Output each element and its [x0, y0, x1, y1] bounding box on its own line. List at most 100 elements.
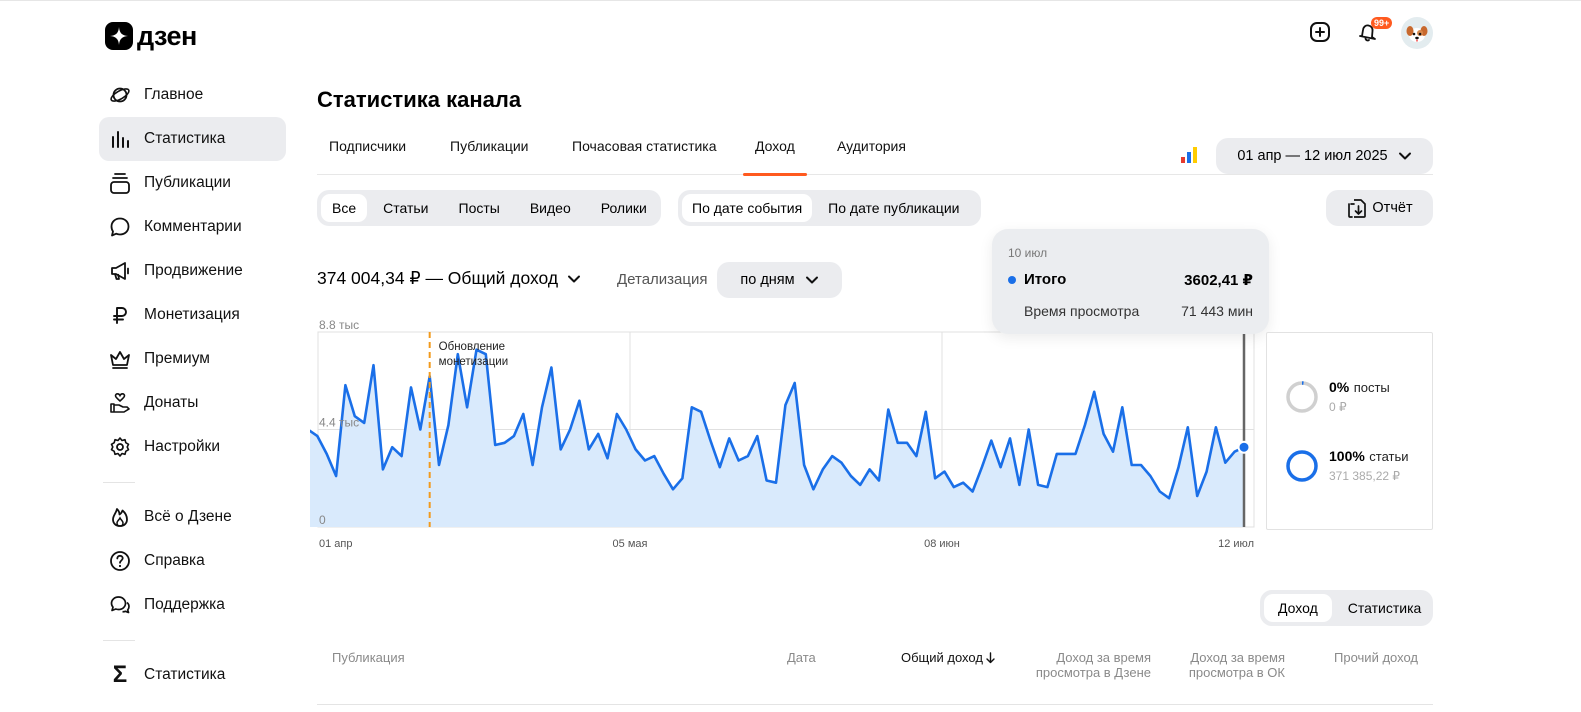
gear-icon — [108, 435, 132, 459]
sidebar-item-comments[interactable]: Комментарии — [99, 205, 286, 249]
income-breakdown: 0% посты 0 ₽ 100% статьи 371 385,22 ₽ — [1266, 332, 1433, 530]
detail-label: Детализация — [617, 271, 708, 288]
logo[interactable]: дзен — [105, 22, 197, 50]
logo-text: дзен — [137, 21, 197, 51]
col-ok-income-line2: просмотра в ОК — [1188, 665, 1285, 680]
bar-chart-icon — [108, 127, 132, 151]
breakdown-articles-name: статьи — [1369, 449, 1409, 464]
ruble-icon — [108, 303, 132, 327]
breakdown-posts-name: посты — [1353, 380, 1390, 395]
avatar[interactable] — [1401, 17, 1433, 49]
sidebar-item-label: Комментарии — [144, 218, 242, 235]
sidebar-item-label: Справка — [144, 552, 205, 569]
sidebar-item-main[interactable]: Главное — [99, 73, 286, 117]
col-ok-income-line1: Доход за время — [1190, 650, 1285, 665]
sigma-icon: Σ — [112, 661, 128, 688]
layers-icon — [108, 171, 132, 195]
income-chart-svg: Обновление монетизации 8.8 тыс 4.4 тыс 0 01 а… — [310, 318, 1255, 550]
total-income-selector[interactable]: 374 004,34 ₽ — Общий доход — [317, 268, 582, 289]
tooltip-date: 10 июл — [1008, 246, 1048, 260]
chat-icon — [108, 593, 132, 617]
create-button[interactable] — [1306, 18, 1334, 46]
toggle-statistics[interactable]: Статистика — [1334, 594, 1436, 622]
toggle-income[interactable]: Доход — [1264, 594, 1332, 622]
breakdown-articles-value: 371 385,22 ₽ — [1329, 469, 1401, 483]
sidebar-item-support[interactable]: Поддержка — [99, 583, 286, 627]
col-date[interactable]: Дата — [787, 650, 816, 665]
y-tick-label: 8.8 тыс — [319, 318, 359, 332]
col-dzen-income-line2: просмотра в Дзене — [1035, 665, 1151, 680]
breakdown-posts[interactable]: 0% посты 0 ₽ — [1285, 379, 1390, 414]
income-chart[interactable]: Обновление монетизации 8.8 тыс 4.4 тыс 0 01 а… — [310, 315, 1270, 555]
col-dzen-income[interactable]: Доход за время просмотра в Дзене — [1020, 650, 1151, 680]
x-tick-label: 05 мая — [613, 538, 648, 550]
posts-ring — [1286, 380, 1318, 413]
help-icon — [108, 549, 132, 573]
detail-value: по дням — [740, 272, 795, 288]
sidebar-item-monetization[interactable]: Монетизация — [99, 293, 286, 337]
tooltip-sub-value: 71 443 мин — [1181, 303, 1253, 319]
report-button[interactable]: Отчёт — [1326, 190, 1433, 226]
col-dzen-income-line1: Доход за время — [1056, 650, 1151, 665]
annotation-label: монетизации — [439, 356, 508, 368]
sidebar-item-label: Настройки — [144, 438, 221, 455]
col-total-income-label: Общий доход — [901, 650, 983, 665]
sidebar-item-about[interactable]: Всё о Дзене — [99, 495, 286, 539]
tab-subscribers[interactable]: Подписчики — [317, 128, 418, 175]
chevron-down-icon — [568, 275, 581, 282]
filter-by-event-date[interactable]: По дате события — [682, 194, 813, 222]
filter-articles[interactable]: Статьи — [369, 194, 442, 222]
col-total-income[interactable]: Общий доход — [901, 650, 996, 665]
y-tick-label: 0 — [319, 513, 326, 527]
table-divider — [317, 704, 1433, 705]
sidebar-item-statistics[interactable]: Статистика — [99, 117, 286, 161]
tab-audience[interactable]: Аудитория — [825, 128, 918, 175]
tooltip-series-dot — [1008, 276, 1016, 284]
filter-all[interactable]: Все — [321, 194, 368, 222]
tab-income[interactable]: Доход — [743, 128, 807, 176]
tooltip-label: Итого — [1024, 271, 1067, 288]
filter-reels[interactable]: Ролики — [587, 194, 661, 222]
filter-video[interactable]: Видео — [516, 194, 585, 222]
crown-icon — [108, 347, 132, 371]
sidebar-item-label: Публикации — [144, 174, 231, 191]
date-range-picker[interactable]: 01 апр — 12 июл 2025 — [1216, 138, 1433, 174]
filter-by-publish-date[interactable]: По дате публикации — [814, 194, 973, 222]
megaphone-icon — [108, 259, 132, 283]
sidebar-item-statistics-2[interactable]: Σ Статистика — [99, 653, 286, 697]
col-other-income[interactable]: Прочий доход — [1318, 650, 1418, 665]
flame-icon — [108, 505, 132, 529]
total-income-label: 374 004,34 ₽ — Общий доход — [317, 268, 559, 288]
col-publication[interactable]: Публикация — [332, 650, 405, 665]
col-ok-income[interactable]: Доход за время просмотра в ОК — [1170, 650, 1285, 680]
sidebar-item-donations[interactable]: Донаты — [99, 381, 286, 425]
donate-icon — [108, 391, 132, 415]
breakdown-articles[interactable]: 100% статьи 371 385,22 ₽ — [1285, 448, 1409, 483]
table-mode-toggle: Доход Статистика — [1260, 590, 1433, 626]
breakdown-articles-pct: 100% — [1329, 448, 1365, 464]
tab-publications[interactable]: Публикации — [438, 128, 540, 175]
sort-down-icon — [986, 651, 995, 663]
filter-posts[interactable]: Посты — [445, 194, 514, 222]
x-tick-label: 12 июл — [1218, 538, 1254, 550]
chart-type-icon[interactable] — [1181, 147, 1199, 163]
download-report-icon — [1348, 199, 1367, 218]
hover-point — [1237, 440, 1251, 454]
sidebar: Главное Статистика Публикации Комментари… — [99, 73, 286, 697]
sidebar-item-help[interactable]: Справка — [99, 539, 286, 583]
x-tick-label: 01 апр — [319, 538, 352, 550]
content-type-filter: Все Статьи Посты Видео Ролики — [317, 190, 661, 226]
sidebar-item-promotion[interactable]: Продвижение — [99, 249, 286, 293]
sidebar-divider — [103, 482, 135, 483]
sidebar-item-settings[interactable]: Настройки — [99, 425, 286, 469]
plus-square-icon — [1310, 22, 1330, 42]
tab-hourly[interactable]: Почасовая статистика — [560, 128, 729, 175]
sidebar-item-label: Статистика — [144, 666, 226, 683]
sidebar-item-label: Продвижение — [144, 262, 243, 279]
breakdown-posts-pct: 0% — [1329, 379, 1350, 395]
sidebar-item-premium[interactable]: Премиум — [99, 337, 286, 381]
sidebar-item-publications[interactable]: Публикации — [99, 161, 286, 205]
y-tick-label: 4.4 тыс — [319, 416, 359, 430]
detail-select[interactable]: по дням — [717, 262, 842, 298]
chart-tooltip: 10 июл Итого 3602,41 ₽ Время просмотра 7… — [992, 229, 1269, 334]
